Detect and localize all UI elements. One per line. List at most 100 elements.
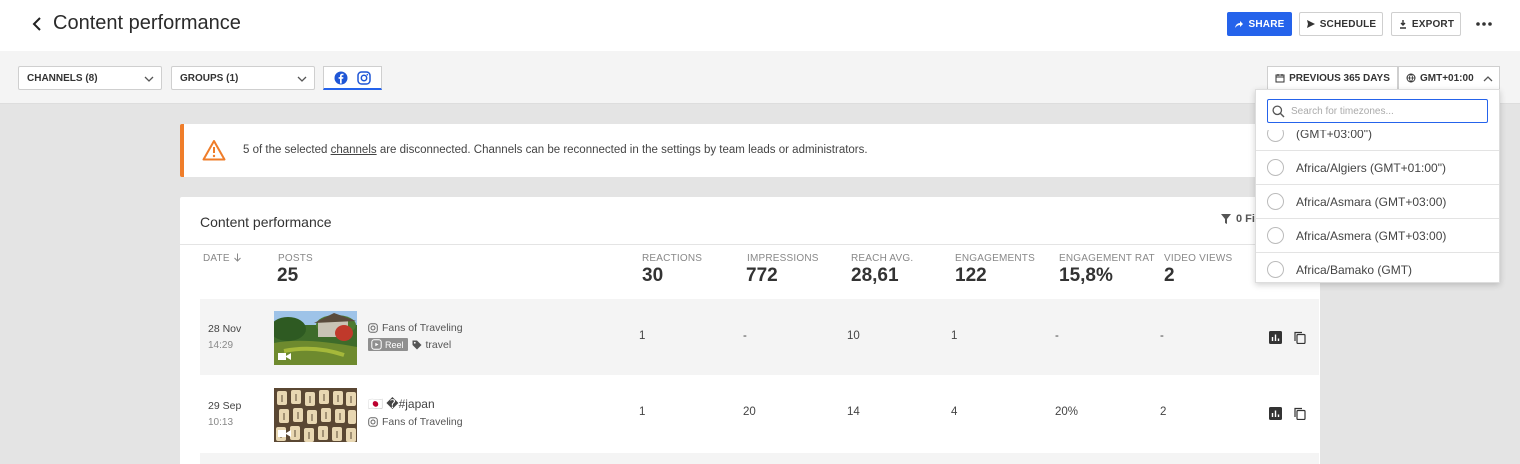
channels-link[interactable]: channels <box>331 144 377 156</box>
post-time: 10:13 <box>208 417 234 428</box>
table-row[interactable] <box>200 453 1319 464</box>
post-channel: Fans of Traveling <box>368 322 463 334</box>
radio-button[interactable] <box>1267 261 1284 278</box>
chevron-up-icon <box>1483 76 1493 82</box>
share-label: SHARE <box>1248 18 1285 30</box>
cell-reactions: 1 <box>639 330 646 342</box>
timezone-search <box>1267 99 1488 123</box>
page-title: Content performance <box>53 12 241 34</box>
facebook-icon[interactable] <box>334 71 348 85</box>
column-header-engagement-rate[interactable]: ENGAGEMENT RAT <box>1059 253 1155 264</box>
table-row[interactable]: 28 Nov 14:29 Fans of Traveling Reel trav… <box>200 299 1319 375</box>
column-header-engagements[interactable]: ENGAGEMENTS <box>955 253 1035 264</box>
post-thumbnail[interactable] <box>274 311 357 365</box>
export-button[interactable]: EXPORT <box>1391 12 1461 36</box>
table-row[interactable]: 29 Sep 10:13 🇯🇵 �#japan Fans of Travelin… <box>200 376 1319 452</box>
radio-button[interactable] <box>1267 193 1284 210</box>
timezone-search-input[interactable] <box>1291 105 1481 117</box>
filters-count: 0 Fi <box>1236 213 1255 225</box>
schedule-label: SCHEDULE <box>1319 18 1377 30</box>
chevron-down-icon <box>144 76 154 82</box>
post-time: 14:29 <box>208 340 234 351</box>
share-button[interactable]: SHARE <box>1227 12 1292 36</box>
cell-impressions: - <box>743 330 747 342</box>
total-posts: 25 <box>277 265 299 286</box>
channels-select[interactable]: CHANNELS (8) <box>18 66 162 90</box>
download-icon <box>1399 20 1406 29</box>
filter-icon <box>1221 214 1231 224</box>
timezone-option[interactable]: Africa/Asmera (GMT+03:00) <box>1256 219 1499 253</box>
total-video-views: 2 <box>1164 265 1175 286</box>
total-impressions: 772 <box>746 265 778 286</box>
card-title: Content performance <box>200 214 332 230</box>
filters-button[interactable]: 0 Fi <box>1220 213 1255 225</box>
cell-reach: 10 <box>847 330 860 342</box>
total-engagements: 122 <box>955 265 987 286</box>
timezone-option[interactable]: Africa/Bamako (GMT) <box>1256 253 1499 282</box>
column-header-impressions[interactable]: IMPRESSIONS <box>747 253 819 264</box>
groups-select[interactable]: GROUPS (1) <box>171 66 315 90</box>
back-arrow-icon[interactable] <box>27 13 47 35</box>
total-reach-avg: 28,61 <box>851 265 899 286</box>
column-header-reactions[interactable]: REACTIONS <box>642 253 702 264</box>
copy-icon[interactable] <box>1293 331 1306 344</box>
reel-badge-label: Reel <box>385 339 404 350</box>
post-thumbnail[interactable] <box>274 388 357 442</box>
cell-engagements: 1 <box>951 330 958 342</box>
total-reactions: 30 <box>642 265 664 286</box>
disconnected-channels-warning: 5 of the selected channels are disconnec… <box>180 124 1320 177</box>
top-bar: Content performance SHARE SCHEDULE EXPOR… <box>0 0 1520 51</box>
timezone-list: (GMT+03:00") Africa/Algiers (GMT+01:00")… <box>1256 130 1499 282</box>
timezone-option-label: Africa/Asmara (GMT+03:00) <box>1296 195 1447 209</box>
radio-button[interactable] <box>1267 159 1284 176</box>
post-caption: 🇯🇵 �#japan <box>368 397 435 411</box>
channel-name: Fans of Traveling <box>382 322 463 334</box>
column-header-date[interactable]: DATE <box>203 253 242 264</box>
export-label: EXPORT <box>1411 18 1455 30</box>
warning-text: 5 of the selected channels are disconnec… <box>243 144 868 156</box>
cell-reach: 14 <box>847 406 860 418</box>
date-range-label: PREVIOUS 365 DAYS <box>1289 72 1390 84</box>
column-header-reach-avg[interactable]: REACH AVG. <box>851 253 913 264</box>
timezone-option[interactable]: Africa/Asmara (GMT+03:00) <box>1256 185 1499 219</box>
radio-button[interactable] <box>1267 130 1284 142</box>
channels-select-label: CHANNELS (8) <box>27 72 98 84</box>
analytics-icon[interactable] <box>1269 331 1282 344</box>
column-header-video-views[interactable]: VIDEO VIEWS <box>1164 253 1232 264</box>
column-header-posts[interactable]: POSTS <box>278 253 313 264</box>
copy-icon[interactable] <box>1293 407 1306 420</box>
post-channel: Fans of Traveling <box>368 416 463 428</box>
post-date: 28 Nov <box>208 323 242 335</box>
date-range-button[interactable]: PREVIOUS 365 DAYS <box>1267 66 1398 90</box>
analytics-icon[interactable] <box>1269 407 1282 420</box>
send-icon <box>1306 20 1315 28</box>
video-camera-icon <box>278 353 291 360</box>
cell-video-views: - <box>1160 330 1164 342</box>
timezone-dropdown: (GMT+03:00") Africa/Algiers (GMT+01:00")… <box>1255 89 1500 283</box>
tag-label: travel <box>425 338 452 351</box>
more-options-icon[interactable] <box>1474 14 1494 34</box>
warning-icon <box>202 140 226 161</box>
network-filter[interactable] <box>323 66 382 90</box>
schedule-button[interactable]: SCHEDULE <box>1299 12 1383 36</box>
content-performance-card: Content performance 0 Fi DATE POSTS 25 R… <box>180 197 1320 464</box>
timezone-option[interactable]: (GMT+03:00") <box>1256 130 1499 151</box>
post-labels: Reel travel <box>368 338 451 351</box>
timezone-option[interactable]: Africa/Algiers (GMT+01:00") <box>1256 151 1499 185</box>
video-camera-icon <box>278 430 291 437</box>
instagram-icon <box>368 323 378 333</box>
globe-icon <box>1406 73 1416 83</box>
instagram-icon <box>368 417 378 427</box>
cell-engagement-rate: - <box>1055 330 1059 342</box>
reel-icon <box>371 339 382 350</box>
timezone-button[interactable]: GMT+01:00 <box>1398 66 1500 90</box>
cell-engagement-rate: 20% <box>1055 406 1079 418</box>
instagram-icon[interactable] <box>357 70 371 85</box>
timezone-option-label: Africa/Algiers (GMT+01:00") <box>1296 161 1446 175</box>
radio-button[interactable] <box>1267 227 1284 244</box>
post-date: 29 Sep <box>208 400 242 412</box>
search-icon <box>1272 104 1285 117</box>
warning-text-start: 5 of the selected <box>243 144 331 156</box>
timezone-option-label: Africa/Bamako (GMT) <box>1296 263 1413 277</box>
channel-name: Fans of Traveling <box>382 416 463 428</box>
